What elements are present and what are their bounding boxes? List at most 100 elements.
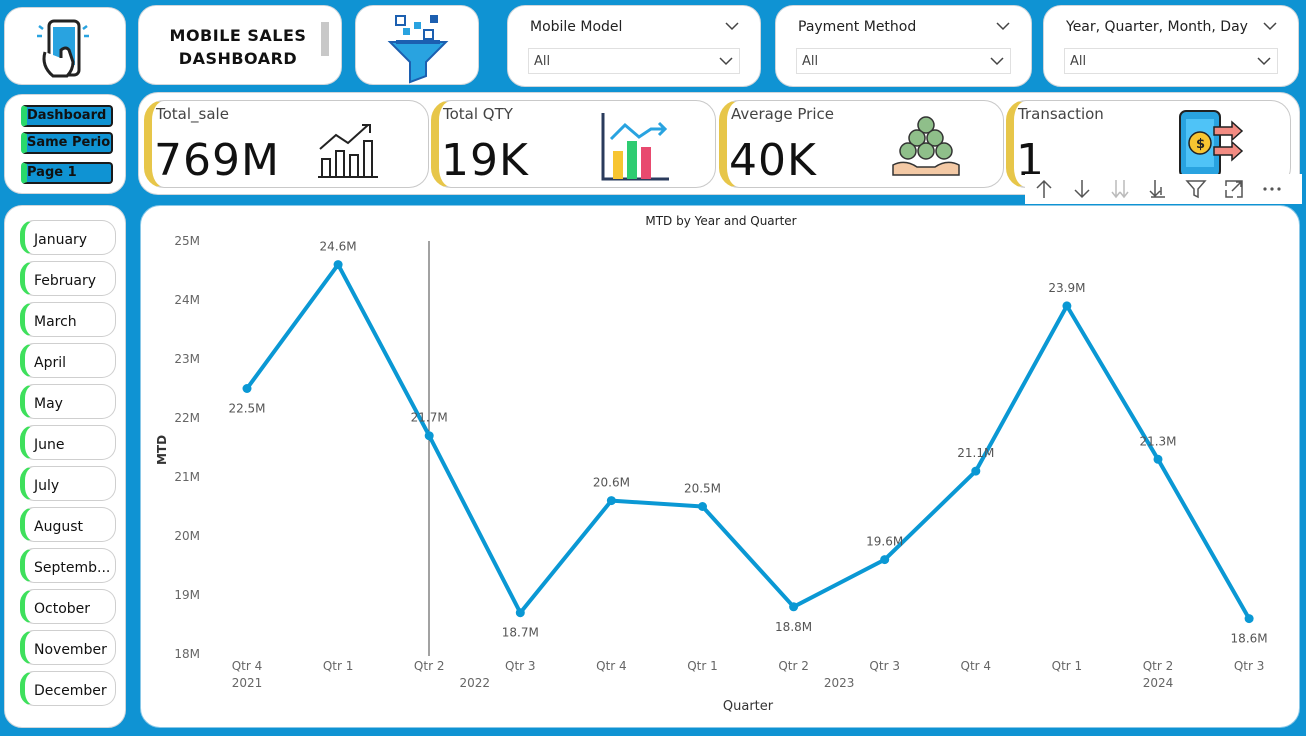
nav-dashboard-button[interactable]: Dashboard	[21, 105, 113, 127]
phone-payment-icon: $	[1179, 110, 1244, 178]
mtd-series-line	[245, 262, 1251, 620]
payment-method-slicer: Payment Method All	[775, 5, 1032, 87]
title-line-1: MOBILE SALES	[169, 26, 307, 45]
kpi-name: Average Price	[731, 105, 834, 123]
nav-page1-button[interactable]: Page 1	[21, 162, 113, 184]
data-point	[242, 384, 252, 393]
month-button-august[interactable]: August	[20, 507, 116, 542]
payment-method-dropdown[interactable]: All	[796, 48, 1011, 74]
filter-icon[interactable]	[1177, 174, 1215, 204]
y-tick-label: 18M	[174, 647, 200, 661]
filter-toggle-button[interactable]	[355, 5, 479, 85]
data-label: 22.5M	[228, 402, 265, 416]
month-button-march[interactable]: March	[20, 302, 116, 337]
date-hierarchy-label: Year, Quarter, Month, Day	[1066, 19, 1248, 35]
month-button-july[interactable]: July	[20, 466, 116, 501]
logo-card	[4, 7, 126, 85]
month-button-may[interactable]: May	[20, 384, 116, 419]
x-tick-label: Qtr 3	[869, 659, 900, 673]
data-label: 18.8M	[775, 620, 812, 634]
y-axis-label: MTD	[155, 435, 169, 465]
x-year-label: 2022	[459, 676, 490, 690]
expand-hierarchy-icon[interactable]	[1139, 174, 1177, 204]
y-tick-label: 20M	[174, 529, 200, 543]
mobile-model-dropdown[interactable]: All	[528, 48, 740, 74]
nav-same-period-button[interactable]: Same Perio...	[21, 132, 113, 154]
month-button-december[interactable]: December	[20, 671, 116, 706]
month-button-february[interactable]: February	[20, 261, 116, 296]
chevron-down-icon[interactable]	[995, 18, 1011, 34]
data-label: 21.7M	[411, 411, 448, 425]
x-tick-label: Qtr 4	[961, 659, 992, 673]
next-level-icon[interactable]	[1101, 174, 1139, 204]
kpi-value: 769M	[154, 135, 280, 186]
data-point	[515, 608, 525, 618]
kpi-total-sale: Total_sale 769M	[144, 100, 429, 188]
month-button-october[interactable]: October	[20, 589, 116, 624]
kpi-value: 40K	[729, 135, 817, 186]
data-label: 20.5M	[684, 482, 721, 496]
title-line-2: DASHBOARD	[178, 49, 298, 68]
title-divider	[321, 22, 329, 56]
data-point	[1153, 454, 1163, 464]
data-label: 21.1M	[957, 446, 994, 460]
y-tick-label: 25M	[174, 234, 200, 248]
svg-text:$: $	[1196, 137, 1205, 152]
payment-method-label: Payment Method	[798, 19, 917, 35]
data-point	[698, 502, 707, 511]
dashboard-title: MOBILE SALES DASHBOARD	[163, 24, 313, 70]
date-hierarchy-value: All	[1070, 54, 1087, 69]
x-tick-label: Qtr 2	[1143, 659, 1174, 673]
data-point	[1062, 301, 1072, 311]
chevron-down-icon[interactable]	[1262, 18, 1278, 34]
date-hierarchy-slicer: Year, Quarter, Month, Day All	[1043, 5, 1299, 87]
data-point	[880, 555, 890, 565]
phone-hand-icon	[37, 19, 89, 78]
kpi-name: Total_sale	[156, 105, 229, 123]
data-point	[606, 496, 616, 506]
month-button-september[interactable]: Septemb...	[20, 548, 116, 583]
x-year-label: 2021	[232, 676, 263, 690]
month-button-january[interactable]: January	[20, 220, 116, 255]
drill-up-icon[interactable]	[1025, 174, 1063, 204]
data-label: 20.6M	[593, 476, 630, 490]
x-tick-label: Qtr 1	[1052, 659, 1083, 673]
data-label: 24.6M	[320, 240, 357, 254]
y-tick-label: 22M	[174, 411, 200, 425]
more-options-icon[interactable]	[1253, 174, 1291, 204]
x-tick-label: Qtr 3	[1234, 659, 1265, 673]
month-button-april[interactable]: April	[20, 343, 116, 378]
money-stack-icon	[892, 116, 960, 176]
bar-chart-icon	[601, 113, 669, 181]
chevron-down-icon[interactable]	[724, 18, 740, 34]
kpi-total-qty: Total QTY 19K	[431, 100, 716, 188]
kpi-name: Transaction	[1018, 105, 1104, 123]
data-point	[971, 466, 981, 476]
month-button-november[interactable]: November	[20, 630, 116, 665]
date-hierarchy-dropdown[interactable]: All	[1064, 48, 1278, 74]
data-label: 21.3M	[1139, 434, 1176, 448]
data-label: 18.7M	[502, 626, 539, 640]
mobile-model-slicer: Mobile Model All	[507, 5, 761, 87]
x-tick-label: Qtr 1	[687, 659, 718, 673]
x-tick-label: Qtr 4	[596, 659, 627, 673]
kpi-name: Total QTY	[443, 105, 513, 123]
kpi-average-price: Average Price 40K	[719, 100, 1004, 188]
y-tick-label: 23M	[174, 352, 200, 366]
x-tick-label: Qtr 1	[323, 659, 354, 673]
x-year-label: 2023	[824, 676, 855, 690]
funnel-filter-icon	[387, 15, 449, 84]
data-point	[1244, 614, 1254, 624]
x-axis-label: Quarter	[723, 699, 774, 714]
chart-canvas: MTD by Year and Quarter MTD Quarter 18M 1…	[155, 214, 1268, 714]
month-slicer: January February March April May June Ju…	[4, 205, 126, 728]
chevron-down-icon	[1257, 57, 1271, 66]
focus-mode-icon[interactable]	[1215, 174, 1253, 204]
mobile-model-value: All	[534, 54, 551, 69]
kpi-value: 19K	[441, 135, 529, 186]
growth-chart-icon	[318, 124, 378, 178]
drill-down-icon[interactable]	[1063, 174, 1101, 204]
month-button-june[interactable]: June	[20, 425, 116, 460]
mtd-line-chart[interactable]: MTD by Year and Quarter MTD Quarter 18M 1…	[140, 205, 1300, 728]
data-label: 18.6M	[1231, 632, 1268, 646]
